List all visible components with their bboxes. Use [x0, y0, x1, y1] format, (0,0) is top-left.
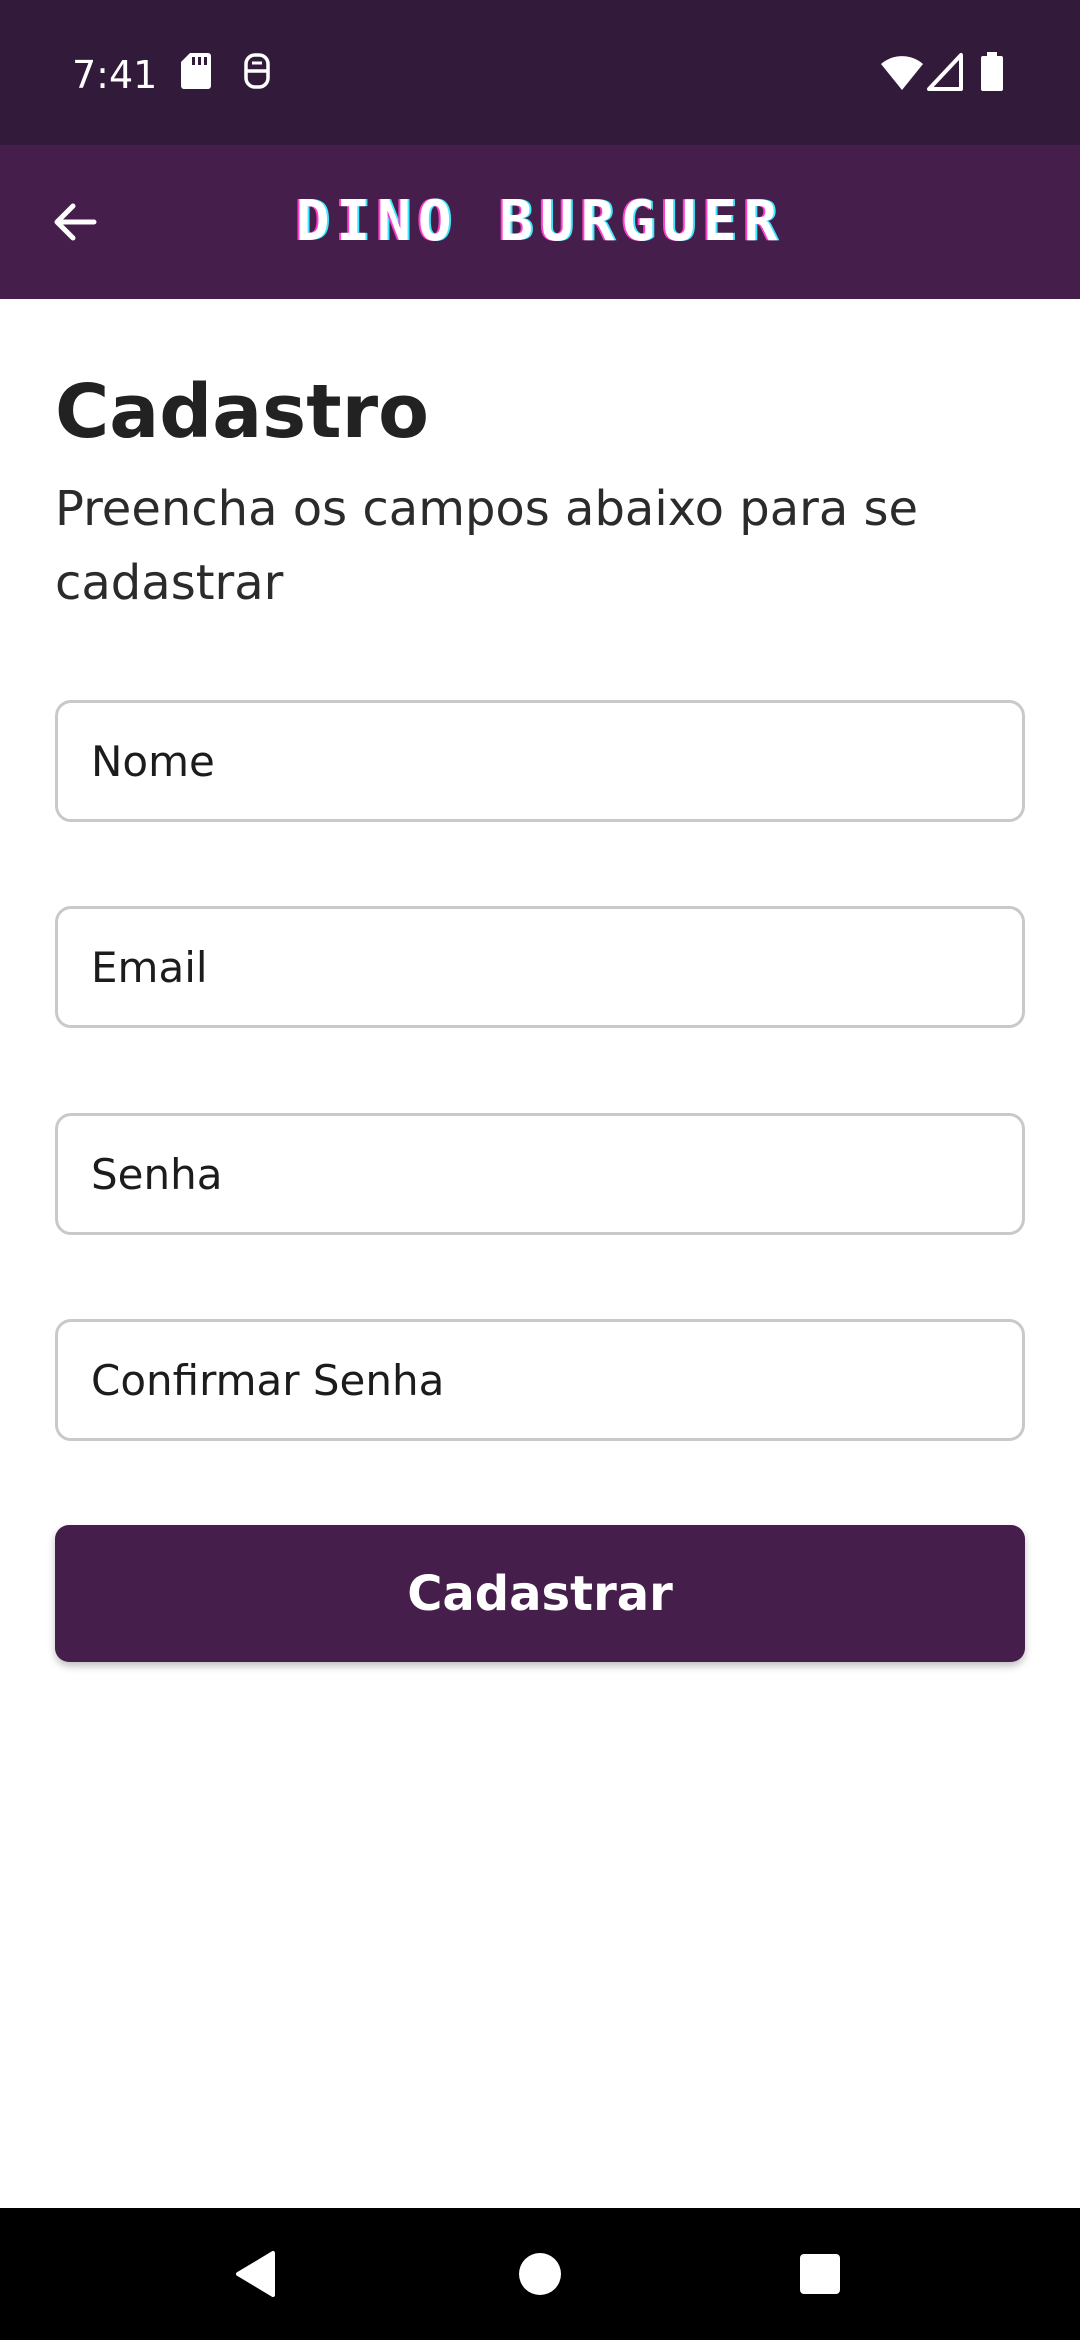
nav-recents-icon: [800, 2254, 840, 2294]
confirm-password-field: [55, 1319, 1025, 1441]
page-title: Cadastro: [55, 369, 429, 455]
email-input[interactable]: [58, 909, 1022, 1025]
confirm-password-input[interactable]: [58, 1322, 1022, 1438]
signal-icon: [927, 53, 963, 91]
status-time: 7:41: [72, 53, 158, 97]
name-field: [55, 700, 1025, 822]
email-field: [55, 906, 1025, 1028]
nav-home-icon: [519, 2253, 561, 2295]
page-subtitle: Preencha os campos abaixo para se cadast…: [55, 481, 919, 611]
battery-icon: [981, 52, 1003, 91]
notification-icon: [244, 53, 270, 89]
navigation-bar: [0, 2208, 1080, 2340]
password-field: [55, 1113, 1025, 1235]
nav-back-button[interactable]: [212, 2230, 300, 2318]
brand-title: DINO BURGUER: [295, 189, 785, 254]
nav-recents-button[interactable]: [776, 2230, 864, 2318]
app-bar: DINO BURGUER: [0, 145, 1080, 299]
sd-card-icon: [181, 53, 211, 89]
nav-home-button[interactable]: [496, 2230, 584, 2318]
wifi-icon: [881, 56, 923, 90]
nav-back-icon: [236, 2251, 275, 2297]
register-button[interactable]: Cadastrar: [55, 1525, 1025, 1662]
name-input[interactable]: [58, 703, 1022, 819]
password-input[interactable]: [58, 1116, 1022, 1232]
status-bar: 7:41: [0, 0, 1080, 145]
